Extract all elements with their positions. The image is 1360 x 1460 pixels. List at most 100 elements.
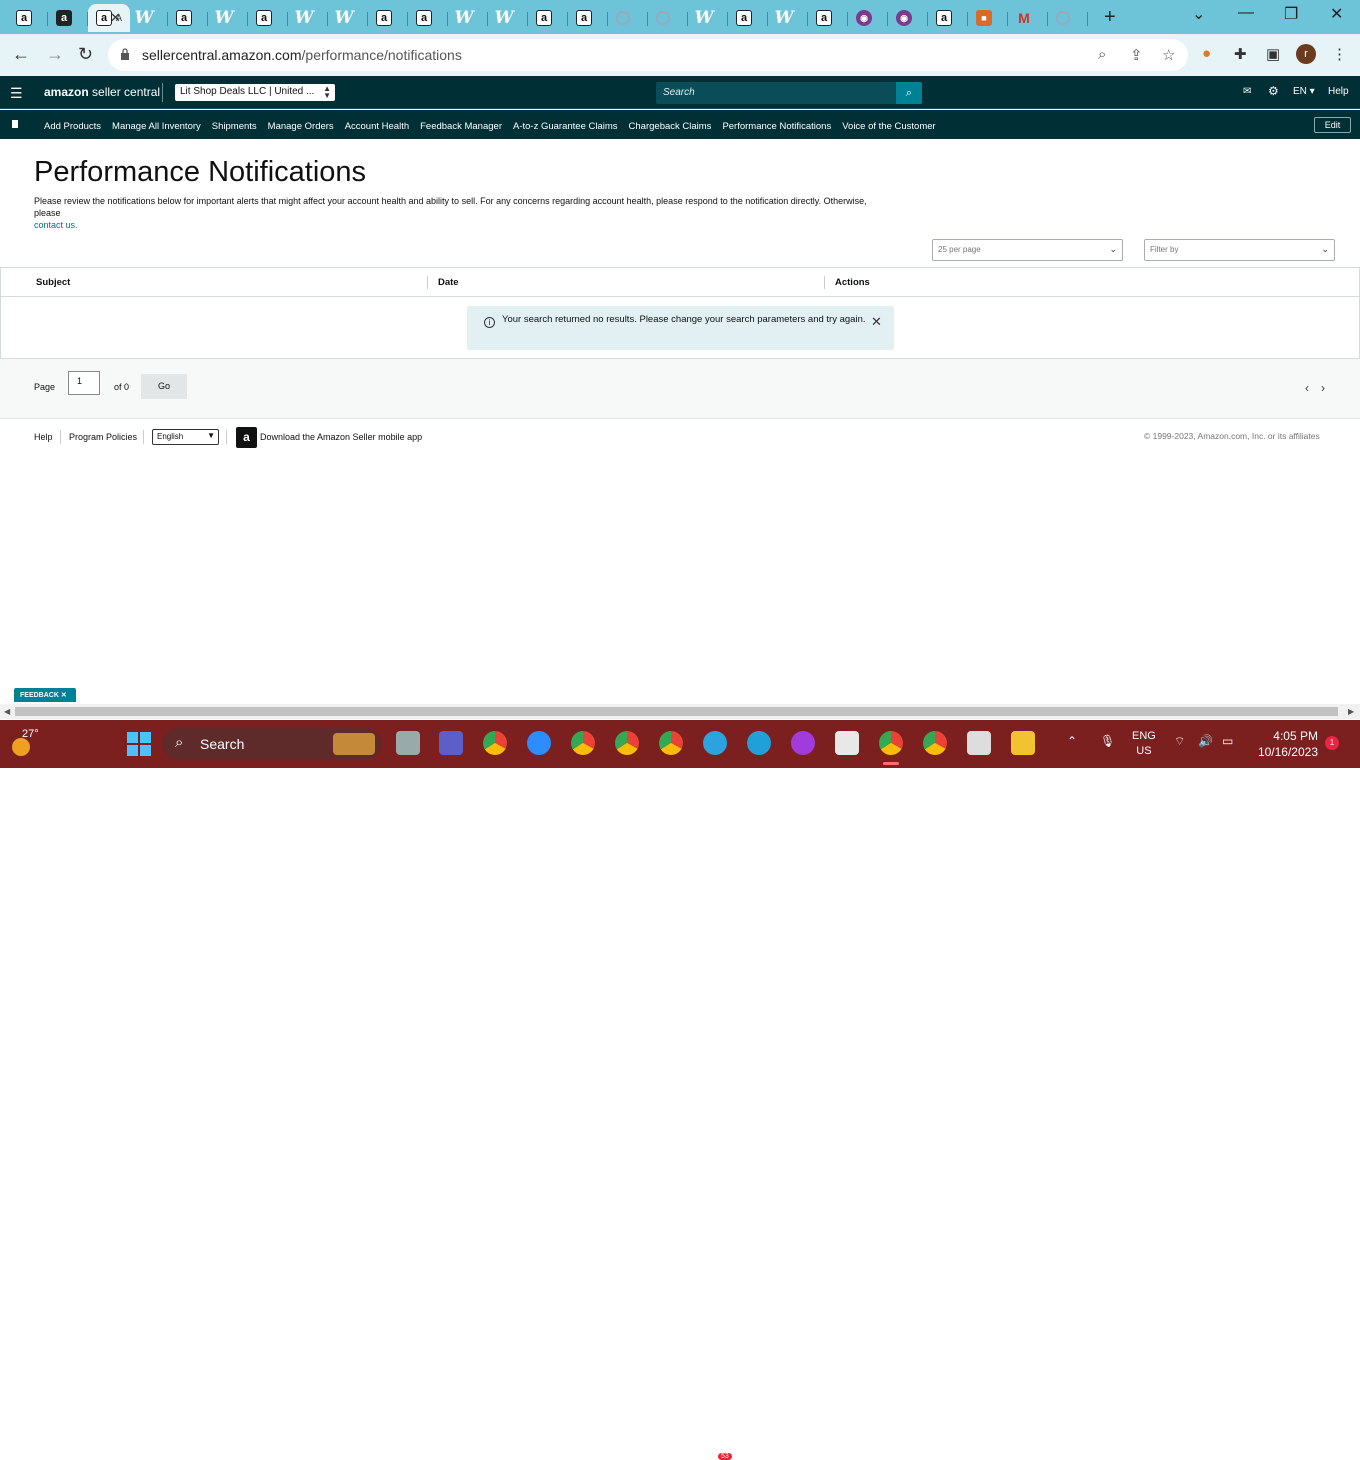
scroll-right-icon[interactable]: ▶ (1348, 707, 1354, 716)
browser-tab[interactable]: W (328, 4, 368, 32)
chrome-profile-icon[interactable] (923, 731, 947, 755)
file-explorer-icon[interactable] (1011, 731, 1035, 755)
browser-tab[interactable]: a (368, 4, 408, 32)
snipping-tool-icon[interactable] (967, 731, 991, 755)
browser-tab[interactable] (648, 4, 688, 32)
program-policies-link[interactable]: Program Policies (69, 432, 137, 442)
browser-tab[interactable]: ◉ (848, 4, 888, 32)
browser-tab-active[interactable]: a A ✕ (88, 4, 130, 32)
contact-us-link[interactable]: contact us. (34, 220, 78, 230)
battery-icon[interactable]: ▭ (1222, 734, 1233, 748)
footer-language-select[interactable]: English ▼ (152, 429, 219, 445)
taskbar-search[interactable]: ⌕ Search (163, 728, 381, 760)
task-view-icon[interactable] (396, 731, 420, 755)
minimize-button[interactable]: — (1238, 4, 1254, 22)
browser-tab[interactable]: a (728, 4, 768, 32)
account-selector[interactable]: Lit Shop Deals LLC | United ... ▲ ▼ (175, 84, 335, 101)
browser-tab[interactable]: W (288, 4, 328, 32)
browser-tab[interactable]: a (928, 4, 968, 32)
nav-item-chargeback-claims[interactable]: Chargeback Claims (629, 121, 712, 132)
extension-firefox-icon[interactable]: ● (1202, 45, 1211, 62)
chrome-profile-icon[interactable] (571, 731, 595, 755)
scrollbar-thumb[interactable] (15, 707, 1338, 716)
language-selector[interactable]: EN ▾ (1293, 86, 1315, 97)
chrome-profile-icon[interactable] (615, 731, 639, 755)
zoom-app-icon[interactable] (527, 731, 551, 755)
scroll-left-icon[interactable]: ◀ (4, 707, 10, 716)
browser-tab[interactable]: W (448, 4, 488, 32)
telegram-icon[interactable] (703, 731, 727, 755)
bookmark-icon[interactable] (12, 120, 18, 128)
nav-item-a-to-z-guarantee-claims[interactable]: A-to-z Guarantee Claims (513, 121, 618, 132)
mail-icon[interactable]: ✉ (1243, 86, 1251, 97)
next-page-icon[interactable]: › (1321, 381, 1325, 395)
bookmark-star-icon[interactable]: ☆ (1162, 46, 1175, 64)
browser-tab[interactable]: W (768, 4, 808, 32)
close-tab-icon[interactable]: ✕ (110, 10, 121, 26)
settings-gear-icon[interactable]: ⚙ (1268, 84, 1279, 98)
hamburger-menu-icon[interactable]: ☰ (10, 85, 23, 102)
column-subject[interactable]: Subject (36, 277, 70, 288)
browser-tab[interactable]: a (528, 4, 568, 32)
restore-button[interactable]: ❐ (1284, 4, 1298, 24)
input-language[interactable]: ENG US (1132, 729, 1156, 759)
browser-tab[interactable]: a (408, 4, 448, 32)
browser-tab[interactable]: W (688, 4, 728, 32)
browser-tab[interactable]: M (1008, 4, 1048, 32)
chrome-active-icon[interactable] (879, 731, 903, 755)
nav-item-feedback-manager[interactable]: Feedback Manager (420, 121, 502, 132)
close-window-button[interactable]: ✕ (1330, 4, 1343, 24)
volume-icon[interactable]: 🔊 (1198, 734, 1213, 748)
nav-item-performance-notifications[interactable]: Performance Notifications (722, 121, 831, 132)
header-search[interactable]: Search ⌕ (656, 82, 922, 104)
feedback-button[interactable]: FEEDBACK ✕ (14, 688, 76, 702)
extensions-puzzle-icon[interactable]: ✚ (1234, 45, 1247, 63)
browser-tab[interactable]: W (128, 4, 168, 32)
notification-badge[interactable]: 1 (1325, 736, 1339, 750)
page-number-input[interactable]: 1 (68, 371, 100, 395)
weather-widget[interactable]: 27° (10, 728, 40, 758)
chrome-profile-icon[interactable] (659, 731, 683, 755)
share-icon[interactable]: ⇪ (1130, 46, 1143, 64)
edge-icon[interactable] (747, 731, 771, 755)
edit-nav-button[interactable]: Edit (1314, 117, 1351, 133)
chrome-menu-icon[interactable]: ⋮ (1332, 45, 1347, 63)
close-icon[interactable]: ✕ (871, 314, 882, 330)
nav-item-voice-of-the-customer[interactable]: Voice of the Customer (842, 121, 935, 132)
zoom-icon[interactable]: ⌕ (1098, 46, 1106, 63)
teams-meet-icon[interactable] (439, 731, 463, 755)
column-date[interactable]: Date (438, 277, 459, 288)
browser-tab[interactable]: a (248, 4, 288, 32)
wifi-icon[interactable]: ⌔ (1174, 734, 1185, 749)
new-tab-button[interactable]: + (1104, 6, 1116, 29)
profile-avatar[interactable]: r (1296, 44, 1316, 64)
forward-icon[interactable]: → (46, 44, 64, 65)
browser-tab[interactable]: a (808, 4, 848, 32)
nav-item-account-health[interactable]: Account Health (345, 121, 409, 132)
messenger-icon[interactable] (791, 731, 815, 755)
browser-tab[interactable]: a (168, 4, 208, 32)
browser-tab[interactable] (608, 4, 648, 32)
horizontal-scrollbar[interactable]: ◀ ▶ (0, 704, 1360, 719)
browser-tab[interactable] (1048, 4, 1088, 32)
side-panel-icon[interactable]: ▣ (1266, 45, 1280, 63)
prev-page-icon[interactable]: ‹ (1305, 381, 1309, 395)
browser-tab[interactable]: a (568, 4, 608, 32)
footer-help-link[interactable]: Help (34, 432, 53, 442)
filter-select[interactable]: Filter by ⌄ (1144, 239, 1335, 261)
amazon-app-icon[interactable]: a (236, 427, 257, 448)
taskbar-clock[interactable]: 4:05 PM 10/16/2023 (1252, 728, 1318, 760)
browser-tab[interactable]: W (488, 4, 528, 32)
nav-item-shipments[interactable]: Shipments (212, 121, 257, 132)
nav-item-manage-orders[interactable]: Manage Orders (268, 121, 334, 132)
browser-tab[interactable]: ◉ (888, 4, 928, 32)
browser-tab[interactable]: W (208, 4, 248, 32)
browser-tab[interactable]: a (8, 4, 48, 32)
address-bar[interactable]: sellercentral.amazon.com/performance/not… (108, 39, 1188, 71)
reload-icon[interactable]: ↻ (78, 44, 93, 65)
browser-tab[interactable]: ■ (968, 4, 1008, 32)
search-icon[interactable]: ⌕ (896, 82, 922, 104)
go-button[interactable]: Go (141, 374, 187, 399)
chrome-icon[interactable] (483, 731, 507, 755)
browser-tab[interactable]: a (48, 4, 88, 32)
